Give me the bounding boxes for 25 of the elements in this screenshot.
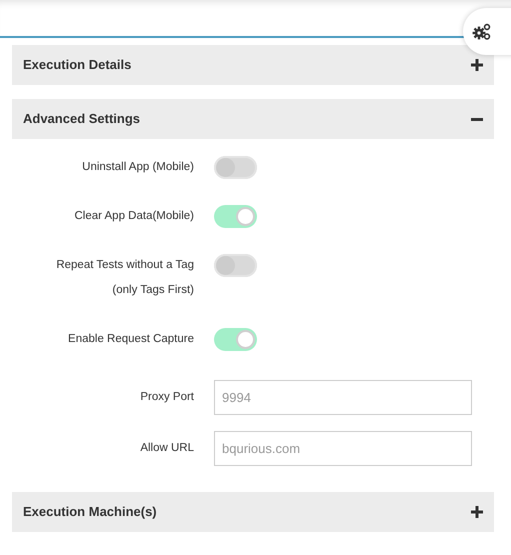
settings-button[interactable] [463,8,511,55]
toggle-switch[interactable] [214,328,257,351]
minus-icon [471,118,483,120]
plus-icon [471,506,483,518]
field-label: Proxy Port [140,390,194,405]
plus-icon [471,59,483,71]
toggle-switch[interactable] [214,156,257,179]
field-label: (only Tags First) [112,283,194,298]
toggle-knob [216,158,235,177]
field-label: Allow URL [140,441,194,456]
settings-icon [472,22,492,40]
field-label: Clear App Data(Mobile) [74,209,194,224]
toggle-switch[interactable] [214,205,257,228]
text-field[interactable]: bqurious.com [214,431,472,466]
toggle-knob [236,330,255,349]
section-header[interactable]: Execution Machine(s) [12,492,494,532]
toggle-knob [216,256,235,275]
toggle-switch[interactable] [214,254,257,277]
text-field[interactable]: 9994 [214,380,472,415]
field-label: Enable Request Capture [68,332,194,347]
field-label: Repeat Tests without a Tag [56,258,194,273]
section-header[interactable]: Advanced Settings [12,99,494,139]
field-label: Uninstall App (Mobile) [82,160,194,175]
section-header[interactable]: Execution Details [12,45,494,85]
toggle-knob [236,207,255,226]
